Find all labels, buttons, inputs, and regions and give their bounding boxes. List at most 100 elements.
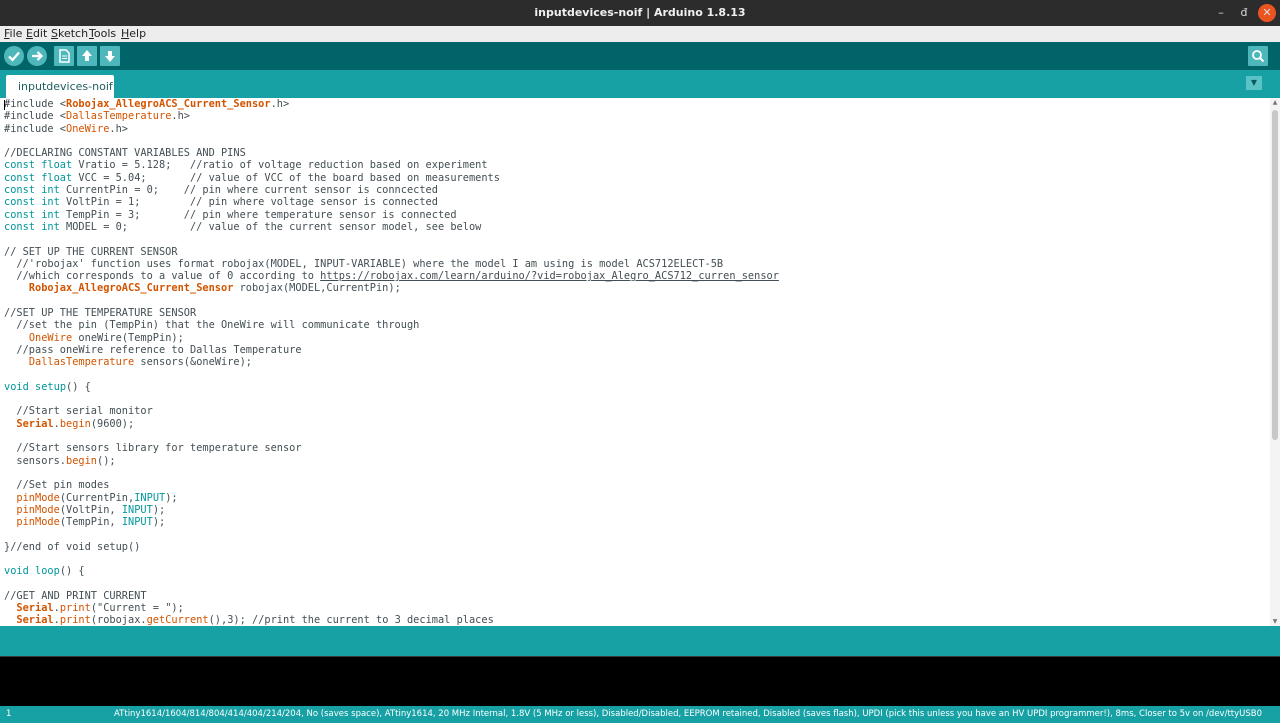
serial-monitor-icon[interactable]	[1248, 46, 1268, 66]
verify-icon[interactable]	[4, 46, 24, 66]
code-token: VCC = 5.04; // value of VCC of the board…	[72, 171, 500, 184]
tab-inputdevices-noif[interactable]: inputdevices-noif	[6, 75, 114, 98]
code-token: () {	[66, 380, 91, 393]
code-token: pinMode	[16, 503, 60, 516]
menu-file[interactable]: File	[4, 27, 22, 40]
code-editor[interactable]: #include < Robojax_AllegroACS_Current_Sen…	[0, 98, 1270, 626]
code-line: //Set pin modes	[4, 479, 779, 491]
code-token: (robojax.	[90, 614, 147, 626]
code-token: //GET AND PRINT CURRENT	[4, 589, 147, 602]
code-token: INPUT	[134, 491, 166, 504]
code-line: pinMode(CurrentPin,INPUT);	[4, 492, 779, 504]
code-token: CurrentPin = 0; // pin where current sen…	[59, 184, 438, 197]
code-token: );	[152, 516, 166, 529]
menu-sketch[interactable]: Sketch	[51, 27, 88, 40]
code-token: getCurrent	[146, 614, 209, 626]
code-line: Serial.begin(9600);	[4, 418, 779, 430]
code-line: // SET UP THE CURRENT SENSOR	[4, 246, 779, 258]
scrollbar-thumb[interactable]	[1272, 110, 1278, 440]
code-line: #include <OneWire.h>	[4, 123, 779, 135]
code-token: //'robojax' function uses format robojax…	[4, 257, 724, 270]
scroll-down-arrow-icon[interactable]: ▼	[1270, 618, 1280, 625]
code-token: #include <	[4, 110, 66, 123]
code-token: void	[4, 565, 29, 578]
code-line: //'robojax' function uses format robojax…	[4, 258, 779, 270]
code-token: const int	[4, 184, 60, 197]
code-line: const int MODEL = 0; // value of the cur…	[4, 221, 779, 233]
code-token: (9600);	[90, 417, 135, 430]
code-line: Robojax_AllegroACS_Current_Sensor roboja…	[4, 282, 779, 294]
code-token: //DECLARING CONSTANT VARIABLES AND PINS	[4, 147, 246, 160]
code-token: //SET UP THE TEMPERATURE SENSOR	[4, 307, 197, 320]
menu-bar: File Edit Sketch Tools Help	[0, 26, 1280, 42]
open-icon[interactable]	[77, 46, 97, 66]
code-text: #include < Robojax_AllegroACS_Current_Sen…	[4, 98, 779, 626]
code-token: TempPin = 3; // pin where temperature se…	[59, 208, 457, 221]
code-token: INPUT	[121, 503, 153, 516]
maximize-button[interactable]: đ	[1235, 4, 1253, 22]
code-token: OneWire	[66, 122, 110, 135]
menu-help[interactable]: Help	[121, 27, 146, 40]
code-line: //pass oneWire reference to Dallas Tempe…	[4, 344, 779, 356]
code-token: }//end of void setup()	[4, 540, 141, 553]
code-token: Vratio = 5.128; //ratio of voltage reduc…	[72, 159, 488, 172]
code-token: //Start serial monitor	[4, 405, 153, 418]
code-line: //which corresponds to a value of 0 acco…	[4, 270, 779, 282]
menu-tools[interactable]: Tools	[89, 27, 116, 40]
code-token: robojax(MODEL,CurrentPin);	[233, 282, 401, 295]
code-line: const int TempPin = 3; // pin where temp…	[4, 209, 779, 221]
toolbar	[0, 42, 1280, 70]
scroll-up-arrow-icon[interactable]: ▲	[1270, 99, 1280, 106]
code-line: //SET UP THE TEMPERATURE SENSOR	[4, 307, 779, 319]
code-token: Serial	[16, 614, 54, 626]
code-token: OneWire	[28, 331, 73, 344]
code-line: const int CurrentPin = 0; // pin where c…	[4, 184, 779, 196]
close-button[interactable]: ✕	[1258, 4, 1276, 22]
code-line: Serial.print(robojax.getCurrent(),3); //…	[4, 614, 779, 626]
code-token: setup	[35, 380, 67, 393]
code-token: Serial	[16, 417, 54, 430]
console-output[interactable]	[0, 656, 1280, 706]
window-titlebar: inputdevices-noif | Arduino 1.8.13 – đ ✕	[0, 0, 1280, 26]
code-token: INPUT	[121, 516, 153, 529]
code-token: (TempPin,	[59, 516, 122, 529]
code-token: begin	[66, 454, 97, 467]
editor-vertical-scrollbar[interactable]: ▲ ▼	[1270, 98, 1280, 626]
minimize-button[interactable]: –	[1212, 4, 1230, 22]
code-token: print	[59, 614, 91, 626]
tab-menu-dropdown-icon[interactable]: ▼	[1246, 76, 1262, 90]
message-status-bar	[0, 626, 1280, 656]
code-token: .h>	[171, 110, 190, 123]
save-icon[interactable]	[100, 46, 120, 66]
code-token: );	[152, 503, 166, 516]
code-token: VoltPin = 1; // pin where voltage sensor…	[59, 196, 438, 209]
code-line: const float Vratio = 5.128; //ratio of v…	[4, 159, 779, 171]
code-line: //DECLARING CONSTANT VARIABLES AND PINS	[4, 147, 779, 159]
code-line: pinMode(VoltPin, INPUT);	[4, 504, 779, 516]
code-token: #include <	[4, 122, 66, 135]
code-token: void	[4, 380, 29, 393]
code-token: //which corresponds to a value of 0 acco…	[4, 270, 321, 283]
code-link[interactable]: https://robojax.com/learn/arduino/?vid=r…	[320, 270, 779, 282]
menu-edit[interactable]: Edit	[26, 27, 47, 40]
code-token: const int	[4, 220, 60, 233]
code-token: sensors(&oneWire);	[134, 356, 252, 369]
code-token: begin	[59, 417, 91, 430]
upload-icon[interactable]	[27, 46, 47, 66]
code-token: ();	[97, 454, 116, 467]
new-icon[interactable]	[54, 46, 74, 66]
code-token: //Start sensors library for temperature …	[4, 442, 302, 455]
